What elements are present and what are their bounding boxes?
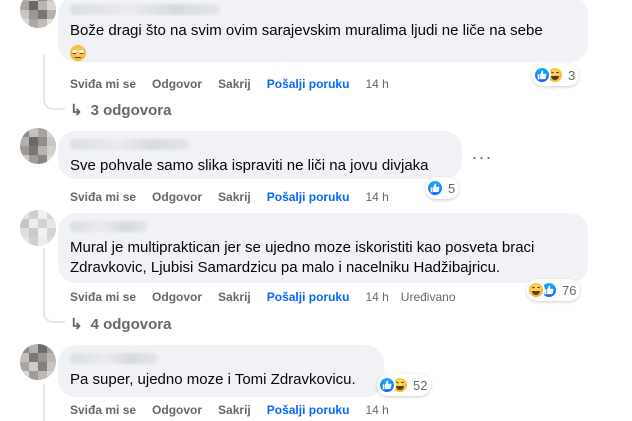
reply-arrow-icon: ↳: [70, 102, 83, 119]
reply-button[interactable]: Odgovor: [152, 290, 202, 304]
reaction-count: 5: [448, 180, 456, 196]
comment-bubble: Mural je multipraktican jer se ujedno mo…: [58, 213, 588, 283]
comment-text: Sve pohvale samo slika ispraviti ne liči…: [70, 157, 429, 174]
view-replies-button[interactable]: ↳ 3 odgovora: [70, 101, 172, 120]
comment-text: Pa super, ujedno moze i Tomi Zdravkovicu…: [70, 371, 356, 388]
comment-text: Bože dragi što na svim ovim sarajevskim …: [70, 21, 576, 64]
reaction-summary[interactable]: 3: [532, 64, 580, 86]
timestamp[interactable]: 14 h: [365, 290, 388, 304]
hide-button[interactable]: Sakrij: [218, 190, 251, 204]
thread-line: [43, 55, 45, 100]
hide-button[interactable]: Sakrij: [218, 290, 251, 304]
comment-bubble: Bože dragi što na svim ovim sarajevskim …: [58, 0, 588, 62]
view-replies-button[interactable]: ↳ 4 odgovora: [70, 315, 172, 334]
timestamp[interactable]: 14 h: [365, 190, 388, 204]
author-name-redacted[interactable]: [70, 4, 220, 15]
like-reaction-icon: [426, 179, 444, 197]
reaction-summary[interactable]: 52: [377, 374, 432, 396]
reaction-count: 3: [568, 67, 576, 83]
avatar[interactable]: [20, 344, 56, 380]
comment-text: Mural je multipraktican jer se ujedno mo…: [70, 239, 535, 276]
like-reaction-icon: [378, 376, 396, 394]
reply-button[interactable]: Odgovor: [152, 77, 202, 91]
author-name-redacted[interactable]: [70, 139, 190, 150]
like-button[interactable]: Sviđa mi se: [70, 290, 136, 304]
comment-actions: Sviđa mi se Odgovor Sakrij Pošalji poruk…: [70, 290, 456, 304]
thread-elbow: [43, 309, 65, 323]
like-reaction-icon: [533, 66, 551, 84]
like-button[interactable]: Sviđa mi se: [70, 190, 136, 204]
thread-line: [43, 384, 45, 421]
send-message-button[interactable]: Pošalji poruku: [267, 77, 350, 91]
reply-arrow-icon: ↳: [70, 316, 83, 333]
send-message-button[interactable]: Pošalji poruku: [267, 190, 350, 204]
avatar[interactable]: [20, 128, 56, 164]
reply-button[interactable]: Odgovor: [152, 403, 202, 417]
replies-count: 4 odgovora: [90, 315, 172, 333]
reply-button[interactable]: Odgovor: [152, 190, 202, 204]
reaction-count: 76: [562, 282, 577, 298]
comment-actions: Sviđa mi se Odgovor Sakrij Pošalji poruk…: [70, 190, 407, 204]
comment-bubble: Pa super, ujedno moze i Tomi Zdravkovicu…: [58, 345, 384, 397]
send-message-button[interactable]: Pošalji poruku: [267, 290, 350, 304]
thread-line: [43, 248, 45, 310]
send-message-button[interactable]: Pošalji poruku: [267, 403, 350, 417]
reaction-summary[interactable]: 5: [425, 177, 460, 199]
hide-button[interactable]: Sakrij: [218, 403, 251, 417]
like-button[interactable]: Sviđa mi se: [70, 403, 136, 417]
timestamp[interactable]: 14 h: [365, 77, 388, 91]
reaction-summary[interactable]: 76: [526, 279, 581, 301]
comment-actions: Sviđa mi se Odgovor Sakrij Pošalji poruk…: [70, 77, 407, 91]
like-button[interactable]: Sviđa mi se: [70, 77, 136, 91]
avatar[interactable]: [20, 210, 56, 246]
rolling-eyes-emoji-icon: [70, 45, 86, 61]
author-name-redacted[interactable]: [70, 221, 148, 232]
avatar[interactable]: [20, 0, 56, 28]
comment-actions: Sviđa mi se Odgovor Sakrij Pošalji poruk…: [70, 403, 407, 417]
haha-reaction-icon: [527, 281, 545, 299]
timestamp[interactable]: 14 h: [365, 403, 388, 417]
edited-label[interactable]: Uređivano: [401, 290, 456, 304]
replies-count: 3 odgovora: [90, 101, 172, 119]
more-options-button[interactable]: ···: [470, 145, 494, 169]
hide-button[interactable]: Sakrij: [218, 77, 251, 91]
thread-elbow: [43, 96, 65, 110]
reaction-count: 52: [413, 377, 428, 393]
author-name-redacted[interactable]: [70, 353, 158, 364]
comment-bubble: Sve pohvale samo slika ispraviti ne liči…: [58, 131, 462, 179]
